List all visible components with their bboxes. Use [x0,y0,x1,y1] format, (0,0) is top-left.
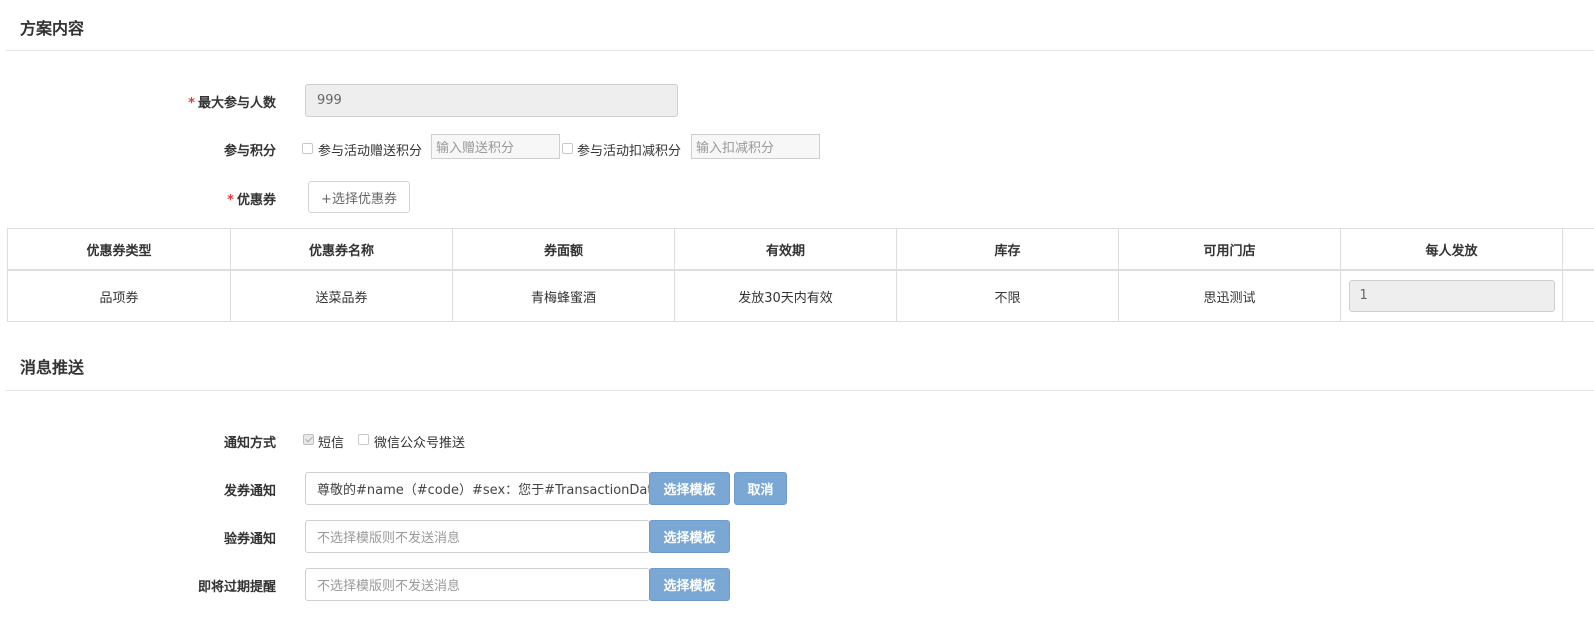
deduct-points-checkbox[interactable] [562,143,573,154]
notify-method-label: 通知方式 [223,436,276,451]
expiry-select-template-button[interactable]: 选择模板 [649,568,730,601]
sms-label: 短信 [318,436,345,451]
section-title-message: 消息推送 [20,358,85,377]
max-participants-label: * 最大参与人数 [106,92,276,111]
verify-select-template-button[interactable]: 选择模板 [649,520,730,553]
verify-notice-label: 验券通知 [223,532,276,547]
cell-coupon-name: 送菜品券 [230,269,453,322]
column-header: 可用门店 [1118,228,1341,271]
cell-per-person: 1 [1340,269,1563,322]
select-coupon-button[interactable]: +选择优惠券 [308,181,410,213]
per-person-input[interactable]: 1 [1348,280,1555,312]
column-header: 每人发放 [1340,228,1563,271]
max-participants-input[interactable]: 999 [305,84,678,117]
max-participants-label-text: 最大参与人数 [197,96,276,111]
cell-stock: 不限 [896,269,1119,322]
wechat-label: 微信公众号推送 [374,436,466,451]
expiry-notice-label: 即将过期提醒 [197,580,276,595]
column-header: 库存 [896,228,1119,271]
column-header: 优惠券类型 [7,228,231,271]
section-title-plan: 方案内容 [20,19,85,38]
cell-coupon-type: 品项券 [7,269,231,322]
cell-stores: 思迅测试 [1118,269,1341,322]
coupon-table: 优惠券类型 优惠券名称 券面额 有效期 库存 可用门店 每人发放 品项券 送菜品… [7,228,1594,322]
deduct-points-input[interactable]: 输入扣减积分 [691,134,820,159]
column-header: 券面额 [452,228,675,271]
divider [6,390,1594,391]
cell-coupon-value: 青梅蜂蜜酒 [452,269,675,322]
wechat-checkbox[interactable] [358,434,369,445]
coupon-label-text: 优惠券 [236,193,276,208]
table-row: 品项券 送菜品券 青梅蜂蜜酒 发放30天内有效 不限 思迅测试 1 [7,269,1594,322]
issue-select-template-button[interactable]: 选择模板 [649,472,730,505]
expiry-notice-input[interactable]: 不选择模版则不发送消息 [305,568,650,601]
cell-validity: 发放30天内有效 [674,269,897,322]
divider [6,50,1594,51]
issue-notice-input[interactable]: 尊敬的#name（#code）#sex：您于#TransactionDat [305,472,650,505]
table-header-row: 优惠券类型 优惠券名称 券面额 有效期 库存 可用门店 每人发放 [7,228,1594,271]
column-header: 优惠券名称 [230,228,453,271]
required-mark: * [227,193,234,208]
coupon-label: * 优惠券 [106,189,276,208]
points-label: 参与积分 [223,144,276,159]
give-points-input[interactable]: 输入赠送积分 [431,134,560,159]
sms-checkbox[interactable] [303,434,314,445]
verify-notice-input[interactable]: 不选择模版则不发送消息 [305,520,650,553]
issue-notice-label: 发券通知 [223,484,276,499]
give-points-checkbox[interactable] [302,143,313,154]
required-mark: * [188,96,195,111]
issue-cancel-button[interactable]: 取消 [734,472,787,505]
column-header: 有效期 [674,228,897,271]
column-header-empty [1562,228,1594,271]
deduct-points-label: 参与活动扣减积分 [577,144,682,159]
give-points-label: 参与活动赠送积分 [318,144,423,159]
cell-empty [1562,269,1594,322]
